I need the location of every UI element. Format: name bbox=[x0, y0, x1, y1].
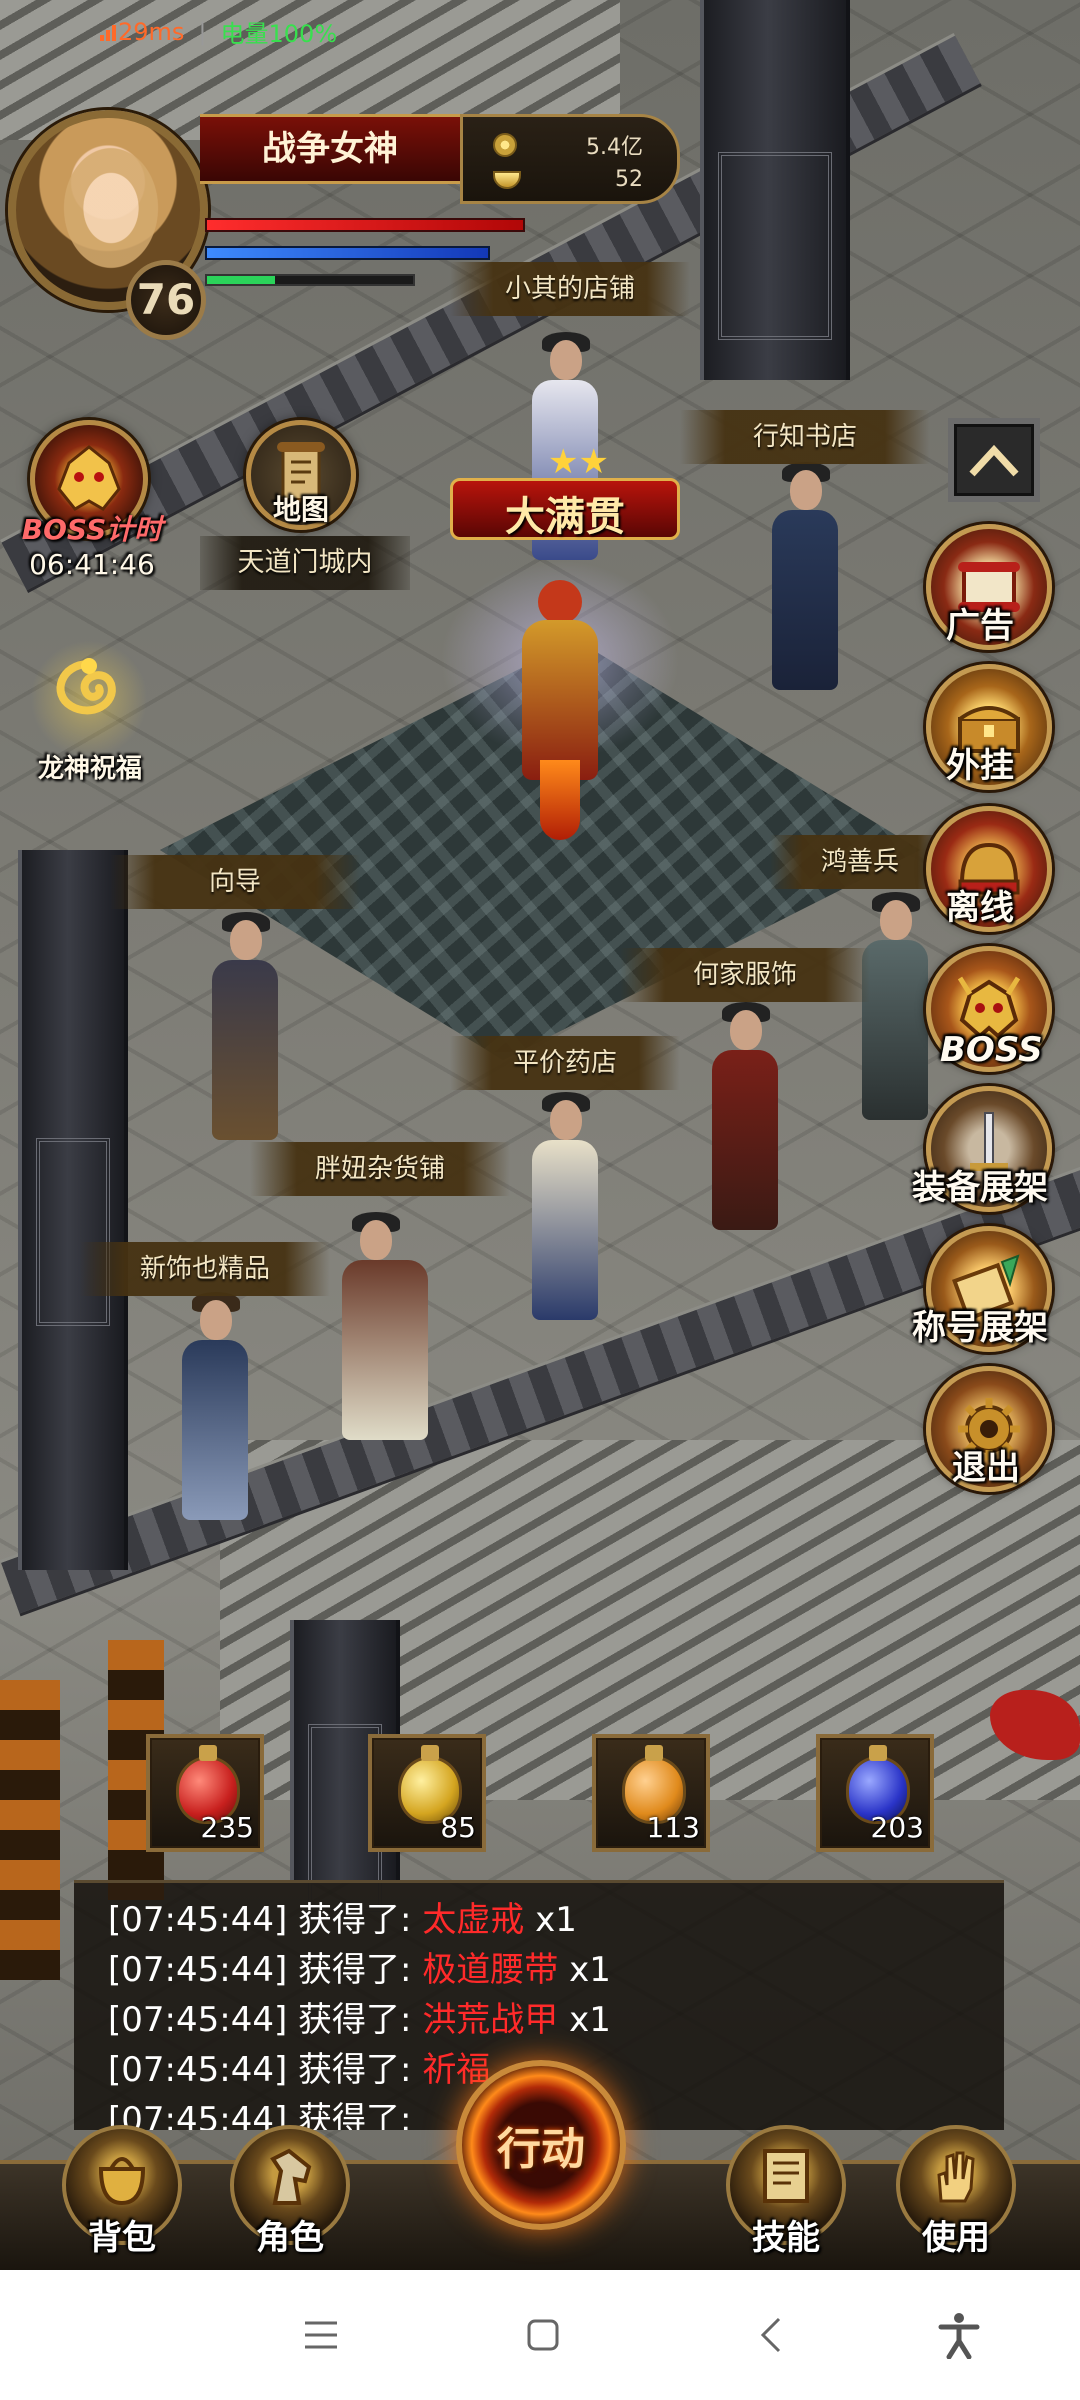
bag-icon bbox=[98, 2157, 146, 2206]
player-name: 战争女神 bbox=[200, 114, 460, 184]
boss-timer-label: BOSS计时 bbox=[21, 513, 163, 546]
signal-bars-icon bbox=[100, 23, 116, 41]
equipment-display-label: 装备展架 bbox=[912, 1168, 1048, 1208]
loot-log-line: [07:45:44] 获得了: 洪荒战甲 x1 bbox=[108, 2000, 611, 2040]
skills-label: 技能 bbox=[752, 2218, 820, 2258]
map-label: 地图 bbox=[272, 493, 329, 526]
dragon-head-icon bbox=[57, 445, 121, 511]
potion-slot-red[interactable]: 235 bbox=[146, 1734, 264, 1852]
title-banner-text: 大满贯 bbox=[505, 494, 625, 540]
ads-label: 广告 bbox=[946, 606, 1014, 646]
potion-count: 113 bbox=[646, 1811, 700, 1844]
npc-figure[interactable] bbox=[700, 1002, 790, 1240]
player-panel: 战争女神 5.4亿 52 76 bbox=[0, 100, 690, 340]
pillar bbox=[700, 0, 850, 380]
banner-pole bbox=[0, 1680, 60, 1980]
npc-label-general-store[interactable]: 胖妞杂货铺 bbox=[250, 1142, 510, 1196]
npc-figure[interactable] bbox=[170, 1292, 260, 1530]
currency-box: 5.4亿 52 bbox=[460, 114, 680, 204]
gold-value: 5.4亿 bbox=[586, 135, 643, 160]
ingot-row: 52 bbox=[493, 167, 643, 192]
exit-label: 退出 bbox=[952, 1448, 1020, 1488]
back-icon[interactable] bbox=[736, 2300, 806, 2370]
use-label: 使用 bbox=[922, 2218, 990, 2258]
npc-label-bookstore[interactable]: 行知书店 bbox=[680, 410, 930, 464]
title-banner: ★★ 大满贯 bbox=[450, 442, 680, 550]
system-navigation-bar bbox=[0, 2270, 1080, 2400]
dragon-blessing-button[interactable] bbox=[30, 640, 148, 758]
ping-value: 29ms bbox=[118, 17, 185, 46]
potion-slot-orange[interactable]: 113 bbox=[592, 1734, 710, 1852]
golden-dragon-icon bbox=[56, 658, 116, 715]
hp-bar bbox=[205, 218, 525, 232]
menu-icon[interactable] bbox=[286, 2300, 356, 2370]
dragon-blessing-label: 龙神祝福 bbox=[37, 754, 142, 784]
chevron-up-icon bbox=[969, 444, 1019, 477]
potion-slot-gold[interactable]: 85 bbox=[368, 1734, 486, 1852]
star-icon: ★★ bbox=[548, 442, 609, 482]
gold-ingot-icon bbox=[493, 170, 521, 189]
status-bar: 29ms | 电量100% bbox=[100, 14, 337, 49]
npc-label-weapon-shop[interactable]: 鸿善兵 bbox=[770, 835, 950, 889]
action-button[interactable]: 行动 bbox=[456, 2060, 626, 2230]
horse-head-icon bbox=[270, 2148, 312, 2205]
title-display-label: 称号展架 bbox=[912, 1308, 1048, 1348]
potion-count: 235 bbox=[200, 1811, 254, 1844]
npc-label-clothing-shop[interactable]: 何家服饰 bbox=[620, 948, 870, 1002]
collapse-menu-button[interactable] bbox=[948, 418, 1040, 502]
xp-bar bbox=[205, 274, 415, 286]
boss-label: BOSS bbox=[940, 1030, 1043, 1070]
offline-label: 离线 bbox=[946, 888, 1014, 928]
character-label: 角色 bbox=[256, 2218, 324, 2258]
ingot-value: 52 bbox=[615, 167, 643, 192]
skill-book-icon bbox=[763, 2149, 809, 2203]
signal-indicator: 29ms bbox=[100, 18, 184, 46]
xp-bar-fill bbox=[207, 276, 275, 284]
npc-label-guide[interactable]: 向导 bbox=[110, 855, 360, 909]
boss-timer-countdown: 06:41:46 bbox=[29, 548, 155, 581]
potion-count: 85 bbox=[440, 1811, 476, 1844]
player-character[interactable] bbox=[440, 560, 680, 840]
npc-label-pharmacy[interactable]: 平价药店 bbox=[450, 1036, 680, 1090]
bag-label: 背包 bbox=[88, 2218, 156, 2258]
current-location: 天道门城内 bbox=[200, 536, 410, 590]
gold-row: 5.4亿 bbox=[493, 129, 643, 161]
accessibility-icon[interactable] bbox=[924, 2300, 994, 2370]
level-badge: 76 bbox=[126, 260, 206, 340]
npc-figure[interactable] bbox=[520, 1092, 610, 1330]
npc-figure[interactable] bbox=[200, 912, 290, 1150]
status-separator: | bbox=[198, 17, 207, 46]
loot-log-line: [07:45:44] 获得了: 极道腰带 x1 bbox=[108, 1950, 611, 1990]
home-icon[interactable] bbox=[508, 2300, 578, 2370]
potion-count: 203 bbox=[870, 1811, 924, 1844]
battery-status: 电量100% bbox=[220, 20, 338, 48]
potion-slot-blue[interactable]: 203 bbox=[816, 1734, 934, 1852]
mp-bar bbox=[205, 246, 490, 260]
gold-coin-icon bbox=[493, 133, 517, 157]
npc-label-accessory-shop[interactable]: 新饰也精品 bbox=[80, 1242, 330, 1296]
pillar bbox=[18, 850, 128, 1570]
npc-figure[interactable] bbox=[330, 1212, 440, 1450]
hand-icon bbox=[937, 2151, 975, 2203]
npc-figure[interactable] bbox=[760, 462, 850, 700]
loot-log-line: [07:45:44] 获得了: 太虚戒 x1 bbox=[108, 1900, 577, 1940]
auto-play-label: 外挂 bbox=[946, 746, 1014, 786]
